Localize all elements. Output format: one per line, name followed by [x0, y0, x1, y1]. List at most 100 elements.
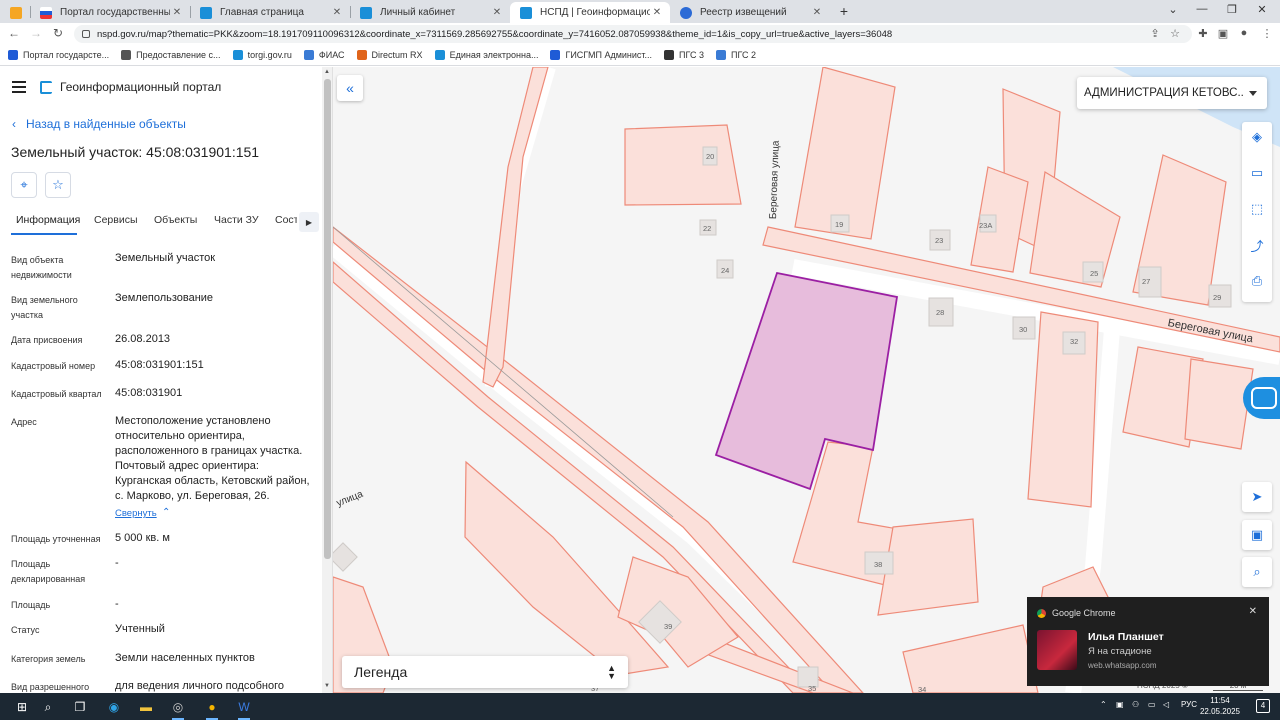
bookmark-item[interactable]: ФИАС: [303, 50, 345, 60]
reload-icon[interactable]: ↻: [50, 26, 66, 40]
tab-pinned[interactable]: [0, 2, 30, 23]
hamburger-menu-icon[interactable]: [12, 78, 26, 96]
tab-close-icon[interactable]: ✕: [490, 7, 504, 18]
clock-time: 11:54: [1210, 696, 1230, 705]
tab-services[interactable]: Сервисы: [94, 214, 138, 226]
ruler-icon[interactable]: ▭: [1242, 158, 1272, 188]
back-arrow-icon[interactable]: ←: [6, 26, 22, 40]
bookmark-item[interactable]: Единая электронна...: [434, 50, 538, 60]
restore-icon[interactable]: ❐: [1222, 3, 1242, 16]
select-area-icon[interactable]: ⬚: [1242, 194, 1272, 224]
tab-notices-registry[interactable]: Реестр извещений ✕: [670, 2, 830, 23]
tab-composition[interactable]: Соста: [275, 214, 297, 226]
bookmark-favicon-icon: [8, 50, 18, 60]
back-to-results-link[interactable]: ‹ Назад в найденные объекты: [12, 117, 186, 131]
chevron-up-icon[interactable]: ⌃: [162, 507, 170, 518]
taskbar-clock[interactable]: 11:54 22.05.2025: [1196, 695, 1244, 717]
language-indicator[interactable]: РУС: [1181, 700, 1197, 709]
layers-icon[interactable]: ◈: [1242, 122, 1272, 152]
tray-app-icon[interactable]: ▣: [1116, 700, 1124, 709]
side-panel-icon[interactable]: ▣: [1216, 27, 1230, 40]
bookmark-label: torgi.gov.ru: [247, 50, 292, 60]
chrome-notification[interactable]: Google Chrome ✕ Илья Планшет Я на стадио…: [1027, 597, 1269, 686]
tab-close-icon[interactable]: ✕: [170, 7, 184, 18]
file-explorer-icon[interactable]: ▬: [136, 697, 156, 717]
caret-down-icon: [1249, 90, 1257, 96]
screen: Портал государственных услуг ✕ Главная с…: [0, 0, 1280, 720]
house-number: 23А: [979, 221, 993, 230]
minimize-icon[interactable]: —: [1192, 3, 1212, 15]
house-number: 29: [1213, 293, 1222, 302]
tab-gosuslugi[interactable]: Портал государственных услуг ✕: [30, 2, 190, 23]
collapse-panel-button[interactable]: «: [337, 75, 363, 101]
locate-on-map-button[interactable]: ⌖: [11, 172, 37, 198]
search-location-button[interactable]: ⌕: [1242, 557, 1272, 587]
forward-arrow-icon[interactable]: →: [28, 26, 44, 40]
bookmark-item[interactable]: Directum RX: [356, 50, 423, 60]
minimap-button[interactable]: ▣: [1242, 520, 1272, 550]
close-window-icon[interactable]: ✕: [1252, 3, 1272, 16]
tab-close-icon[interactable]: ✕: [330, 7, 344, 18]
scroll-down-icon[interactable]: ▼: [322, 683, 332, 689]
tab-search-icon[interactable]: ⌄: [1163, 3, 1183, 16]
attr-label: Адрес: [11, 417, 37, 427]
tab-nspd[interactable]: НСПД | Геоинформационный п ✕: [510, 2, 670, 23]
favorite-button[interactable]: ☆: [45, 172, 71, 198]
chrome-taskbar-icon[interactable]: ●: [202, 697, 222, 720]
collapse-address-link[interactable]: Свернуть: [115, 508, 157, 519]
bookmark-favicon-icon: [303, 50, 314, 60]
notification-center-icon[interactable]: 4: [1256, 699, 1270, 713]
administration-select[interactable]: АДМИНИСТРАЦИЯ КЕТОВС...: [1077, 77, 1267, 109]
volume-icon[interactable]: ◁: [1163, 700, 1169, 709]
scrollbar-thumb[interactable]: [324, 79, 331, 559]
close-notification-icon[interactable]: ✕: [1249, 606, 1257, 617]
new-tab-button[interactable]: +: [836, 3, 852, 19]
windows-start-icon[interactable]: ⊞: [12, 697, 32, 717]
legend-dropdown[interactable]: Легенда ▲ ▼: [342, 656, 628, 688]
house-number: 34: [918, 685, 927, 693]
attr-label: Вид объекта недвижимости: [11, 255, 72, 280]
search-icon[interactable]: ⌕: [38, 697, 58, 717]
attr-label: Площадь: [11, 600, 51, 610]
tab-parts[interactable]: Части ЗУ: [214, 214, 259, 226]
bookmark-item[interactable]: Предоставление с...: [121, 50, 221, 60]
network-icon[interactable]: ▭: [1148, 700, 1156, 709]
task-view-icon[interactable]: ❐: [70, 697, 90, 717]
extensions-icon[interactable]: ✚: [1196, 27, 1210, 40]
windows-taskbar: ⊞ ⌕ ❐ ◉ ▬ ◎ ● W ⌃ ▣ ⚇ ▭ ◁ РУС 11:54 22.0…: [0, 693, 1280, 720]
tab-close-icon[interactable]: ✕: [650, 7, 664, 18]
word-icon[interactable]: W: [234, 697, 254, 720]
administration-select-value: АДМИНИСТРАЦИЯ КЕТОВС...: [1084, 87, 1243, 99]
tab-main-page[interactable]: Главная страница ✕: [190, 2, 350, 23]
tray-overflow-icon[interactable]: ⌃: [1100, 700, 1107, 709]
tab-personal-cabinet[interactable]: Личный кабинет ✕: [350, 2, 510, 23]
bookmark-item[interactable]: Портал государсте...: [8, 50, 109, 60]
support-chat-button[interactable]: [1243, 377, 1280, 419]
panel-tabs: Информация Сервисы Объекты Части ЗУ Сост…: [0, 209, 322, 235]
tabs-scroll-right-icon[interactable]: ▶: [299, 212, 319, 232]
edge-icon[interactable]: ◉: [104, 697, 124, 717]
print-icon[interactable]: ⎙: [1242, 266, 1272, 296]
address-bar[interactable]: nspd.gov.ru/map?thematic=PKK&zoom=18.191…: [74, 25, 1192, 43]
bookmark-label: ГИСГМП Админист...: [565, 50, 653, 60]
menu-kebab-icon[interactable]: ⋮: [1260, 27, 1274, 40]
tray-usb-icon[interactable]: ⚇: [1132, 700, 1139, 709]
profile-avatar-icon[interactable]: ●: [1237, 27, 1251, 39]
attr-label: Вид разрешенного: [11, 682, 90, 692]
tab-close-icon[interactable]: ✕: [810, 7, 824, 18]
scroll-up-icon[interactable]: ▲: [322, 69, 332, 75]
app-icon[interactable]: ◎: [168, 697, 188, 720]
panel-scrollbar[interactable]: ▲ ▼: [322, 67, 332, 693]
share-map-icon[interactable]: ⤴: [1242, 230, 1272, 260]
house-number: 22: [703, 224, 712, 233]
tab-information[interactable]: Информация: [16, 214, 80, 226]
bookmark-item[interactable]: torgi.gov.ru: [232, 50, 292, 60]
tab-objects[interactable]: Объекты: [154, 214, 197, 226]
geolocation-button[interactable]: ➤: [1242, 482, 1272, 512]
bookmark-star-icon[interactable]: ☆: [1168, 27, 1182, 40]
bookmark-item[interactable]: ПГС 3: [664, 50, 704, 60]
notification-app-name: Google Chrome: [1052, 608, 1116, 618]
bookmark-item[interactable]: ПГС 2: [716, 50, 756, 60]
bookmark-item[interactable]: ГИСГМП Админист...: [550, 50, 652, 60]
share-icon[interactable]: ⇪: [1148, 27, 1162, 40]
